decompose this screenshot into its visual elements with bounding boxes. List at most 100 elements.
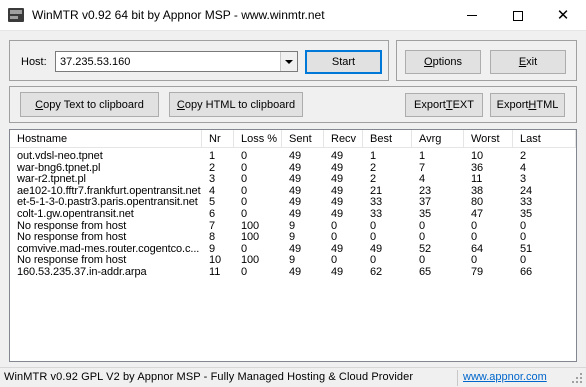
table-cell: 0 [370,219,377,232]
table-cell: 0 [471,219,478,232]
table-cell: 2 [209,161,216,174]
table-cell: 38 [471,184,484,197]
export-html-button[interactable]: Export H TML [490,93,565,117]
table-cell: 0 [331,219,338,232]
table-cell: 37 [419,196,432,209]
table-cell: No response from host [17,254,127,267]
table-cell: 160.53.235.37.in-addr.arpa [17,266,147,278]
column-header-hostname[interactable]: Hostname [10,130,202,148]
table-cell: 9 [289,231,296,244]
table-cell: 1 [419,150,426,162]
host-dropdown-button[interactable] [280,52,297,71]
status-text: WinMTR v0.92 GPL V2 by Appnor MSP - Full… [4,371,414,383]
column-header-recv[interactable]: Recv [324,130,363,148]
table-cell: 5 [209,196,216,209]
table-cell: 0 [241,242,248,255]
table-row[interactable]: war-bng6.tpnet.pl 2 0 49 49 2 7 36 4 [10,162,576,174]
table-row[interactable]: No response from host 8 100 9 0 0 0 0 0 [10,231,576,243]
copy-html-button[interactable]: Copy HTML to clipboard [169,92,303,117]
table-cell: 0 [419,231,426,244]
column-header-loss[interactable]: Loss % [234,130,282,148]
table-cell: 49 [331,173,344,186]
table-row[interactable]: war-r2.tpnet.pl 3 0 49 49 2 4 11 3 [10,173,576,185]
table-row[interactable]: comvive.mad-mes.router.cogentco.c... 9 0 49… [10,243,576,255]
table-cell: 36 [471,161,484,174]
table-row[interactable]: ae102-10.fftr7.frankfurt.opentransit.net… [10,185,576,197]
close-icon: ✕ [556,7,570,24]
table-cell: 65 [419,266,432,278]
table-cell: 47 [471,208,484,220]
table-cell: 62 [370,266,383,278]
table-cell: 21 [370,184,383,197]
table-cell: war-r2.tpnet.pl [17,173,86,186]
table-cell: 49 [331,150,344,162]
table-row[interactable]: out.vdsl-neo.tpnet 1 0 49 49 1 1 10 2 [10,150,576,162]
column-header-nr[interactable]: Nr [202,130,234,148]
table-cell: 0 [370,254,377,267]
table-cell: 7 [209,219,216,232]
options-button[interactable]: Options [405,50,481,74]
table-cell: 49 [289,196,302,209]
table-cell: 3 [520,173,527,186]
minimize-button[interactable] [449,0,495,31]
trace-results-list[interactable]: Hostname Nr Loss % Sent Recv Best Avrg Worst Las… [9,129,577,362]
column-header-last[interactable]: Last [513,130,576,148]
table-cell: 10 [209,254,222,267]
table-cell: 0 [241,150,248,162]
maximize-button[interactable] [495,0,541,31]
table-cell: 51 [520,242,533,255]
host-input-value[interactable]: 37.235.53.160 [60,56,130,68]
table-cell: 0 [520,219,527,232]
start-button[interactable]: Start [305,50,382,74]
table-cell: 24 [520,184,533,197]
table-row[interactable]: No response from host 10 100 9 0 0 0 0 0 [10,254,576,266]
table-row[interactable]: colt-1.gw.opentransit.net 6 0 49 49 33 35 47 35 [10,208,576,220]
close-button[interactable]: ✕ [540,0,586,31]
table-cell: 11 [209,266,221,278]
table-row[interactable]: No response from host 7 100 9 0 0 0 0 0 [10,220,576,232]
column-header-avrg[interactable]: Avrg [412,130,464,148]
table-cell: 0 [241,161,248,174]
column-header-best[interactable]: Best [363,130,412,148]
table-cell: colt-1.gw.opentransit.net [17,208,134,220]
table-cell: 49 [370,242,383,255]
table-cell: 49 [289,266,302,278]
table-cell: 80 [471,196,484,209]
table-row[interactable]: et-5-1-3-0.pastr3.paris.opentransit.net 5… [10,196,576,208]
table-cell: 9 [209,242,216,255]
table-cell: 49 [289,208,302,220]
table-cell: 4 [419,173,426,186]
table-cell: 2 [370,173,377,186]
table-cell: 6 [209,208,216,220]
table-cell: 100 [241,219,260,232]
host-combobox[interactable]: 37.235.53.160 [55,51,298,72]
table-cell: 0 [471,231,478,244]
table-row[interactable]: 160.53.235.37.in-addr.arpa 11 0 49 49 62 65 79 6… [10,266,576,278]
column-header-sent[interactable]: Sent [282,130,324,148]
table-cell: 1 [209,150,216,162]
table-cell: No response from host [17,219,127,232]
table-cell: 79 [471,266,484,278]
table-cell: 0 [419,219,426,232]
table-cell: out.vdsl-neo.tpnet [17,150,103,162]
table-cell: 0 [241,196,248,209]
table-cell: 0 [331,254,338,267]
table-cell: 49 [331,184,344,197]
table-cell: 9 [289,219,296,232]
table-cell: 49 [331,208,344,220]
table-cell: 2 [520,150,527,162]
table-cell: 3 [209,173,216,186]
copy-text-button[interactable]: Copy Text to clipboard [20,92,159,117]
appnor-link[interactable]: www.appnor.com [463,371,547,383]
table-cell: ae102-10.fftr7.frankfurt.opentransit.net [17,184,201,197]
exit-button[interactable]: Exit [490,50,566,74]
column-header-worst[interactable]: Worst [464,130,513,148]
resize-grip[interactable] [572,373,584,385]
export-text-button[interactable]: Export T EXT [405,93,483,117]
table-cell: 11 [471,173,483,186]
table-cell: 49 [331,242,344,255]
title-bar: WinMTR v0.92 64 bit by Appnor MSP - www.… [0,0,586,31]
table-cell: No response from host [17,231,127,244]
table-cell: 66 [520,266,533,278]
table-cell: 49 [289,184,302,197]
